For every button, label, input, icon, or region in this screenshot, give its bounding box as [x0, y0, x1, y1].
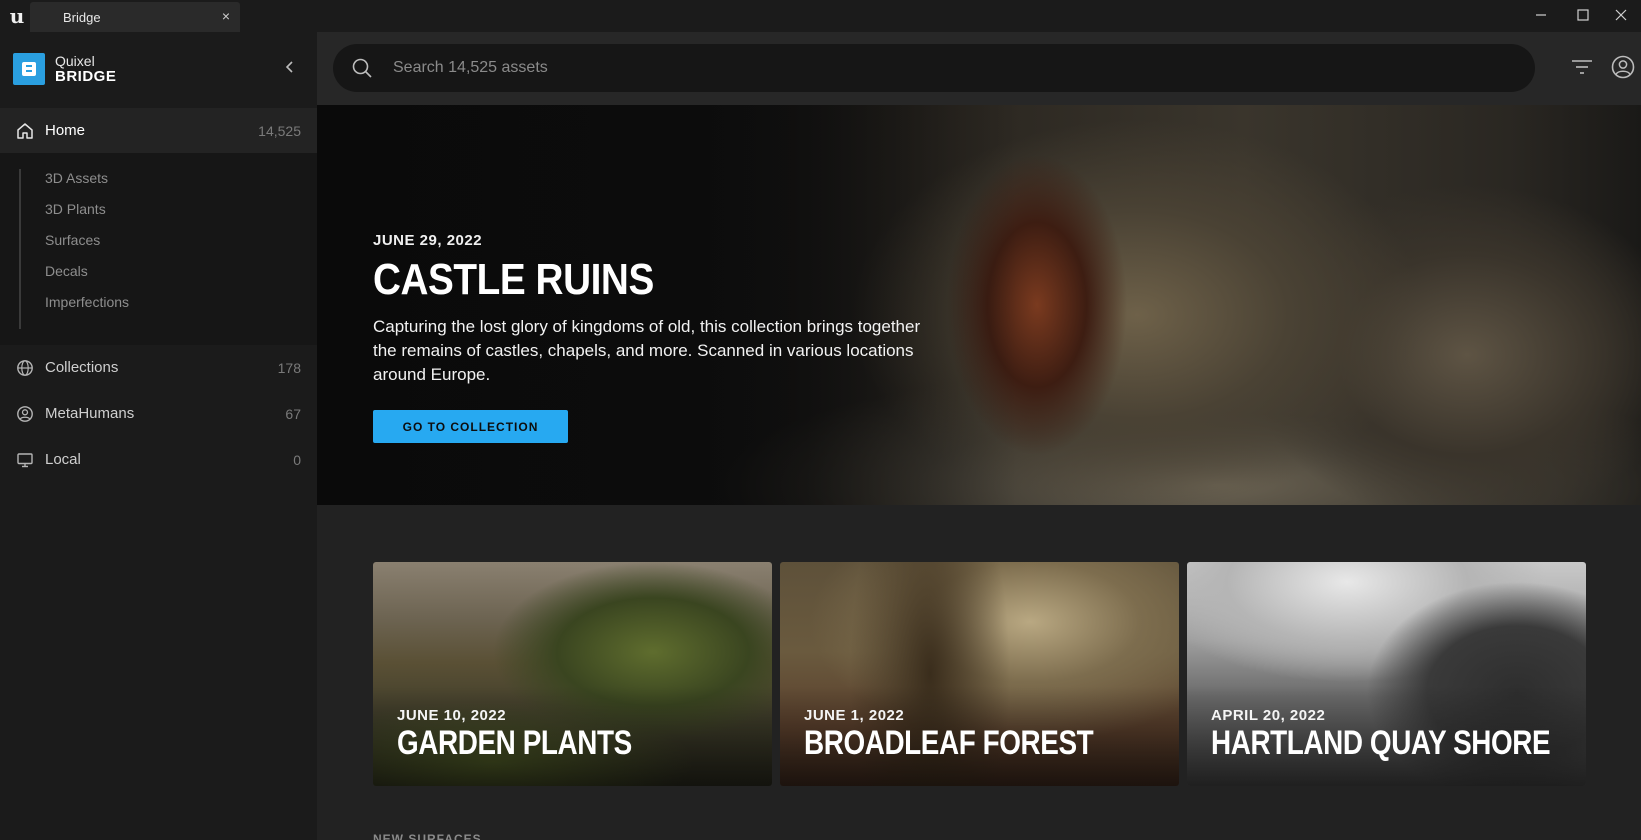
card-date: JUNE 10, 2022	[397, 707, 507, 724]
go-to-collection-button[interactable]: GO TO COLLECTION	[373, 410, 568, 443]
close-window-button[interactable]	[1601, 0, 1641, 30]
sidebar-item-surfaces[interactable]: Surfaces	[45, 232, 100, 248]
sidebar-item-label: Collections	[45, 359, 119, 376]
card-title: HARTLAND QUAY SHORE	[1211, 724, 1551, 762]
sidebar-item-count: 0	[293, 451, 301, 468]
sidebar-item-imperfections[interactable]: Imperfections	[45, 294, 129, 310]
unreal-engine-logo-icon: u	[9, 4, 25, 28]
sidebar: Quixel BRIDGE Home 14,525 3D Assets 3D P…	[0, 32, 317, 840]
card-title: BROADLEAF FOREST	[804, 724, 1094, 762]
sidebar-item-count: 178	[277, 359, 301, 376]
brand-line-1: Quixel	[55, 53, 95, 69]
sidebar-item-local[interactable]: Local 0	[0, 437, 317, 482]
top-bar	[317, 32, 1641, 105]
sidebar-item-collections[interactable]: Collections 178	[0, 345, 317, 390]
account-icon[interactable]	[1610, 54, 1636, 80]
filter-icon[interactable]	[1570, 55, 1594, 79]
search-input[interactable]	[393, 44, 1493, 92]
tab-title: Bridge	[63, 10, 101, 25]
section-heading: NEW SURFACES	[373, 832, 482, 840]
card-date: JUNE 1, 2022	[804, 707, 905, 724]
tab-close-icon[interactable]: ×	[222, 8, 230, 24]
home-icon	[15, 121, 35, 141]
sidebar-item-3d-assets[interactable]: 3D Assets	[45, 170, 108, 186]
sidebar-item-label: Home	[45, 122, 86, 139]
sidebar-item-home[interactable]: Home 14,525	[0, 108, 317, 153]
main-content: JUNE 29, 2022 CASTLE RUINS Capturing the…	[317, 32, 1641, 840]
collection-card-hartland-quay-shore[interactable]: APRIL 20, 2022 HARTLAND QUAY SHORE	[1187, 562, 1586, 786]
card-title: GARDEN PLANTS	[397, 724, 632, 762]
card-date: APRIL 20, 2022	[1211, 707, 1326, 724]
maximize-button[interactable]	[1563, 0, 1603, 30]
quixel-bridge-logo: Quixel BRIDGE	[13, 53, 116, 85]
chevron-left-icon	[285, 61, 293, 73]
user-circle-icon	[15, 404, 35, 424]
minimize-icon	[1536, 14, 1546, 16]
search-bar[interactable]	[333, 44, 1535, 92]
hero-date: JUNE 29, 2022	[373, 232, 483, 249]
sidebar-item-count: 14,525	[258, 122, 301, 139]
maximize-icon	[1577, 9, 1589, 21]
sidebar-item-count: 67	[285, 405, 301, 422]
sidebar-item-3d-plants[interactable]: 3D Plants	[45, 201, 106, 217]
sidebar-item-decals[interactable]: Decals	[45, 263, 88, 279]
tab-bridge[interactable]: Bridge ×	[30, 2, 240, 32]
bridge-logo-icon	[13, 53, 45, 85]
sidebar-item-metahumans[interactable]: MetaHumans 67	[0, 391, 317, 436]
minimize-button[interactable]	[1521, 0, 1561, 30]
hero-banner: JUNE 29, 2022 CASTLE RUINS Capturing the…	[317, 105, 1641, 505]
collection-card-broadleaf-forest[interactable]: JUNE 1, 2022 BROADLEAF FOREST	[780, 562, 1179, 786]
close-icon	[1615, 9, 1627, 21]
hero-title: CASTLE RUINS	[373, 255, 654, 304]
hero-description: Capturing the lost glory of kingdoms of …	[373, 317, 921, 384]
globe-icon	[15, 358, 35, 378]
monitor-icon	[15, 450, 35, 470]
sidebar-item-label: Local	[45, 451, 81, 468]
collection-card-garden-plants[interactable]: JUNE 10, 2022 GARDEN PLANTS	[373, 562, 772, 786]
collapse-sidebar-button[interactable]	[282, 56, 298, 78]
search-icon	[352, 58, 372, 78]
sidebar-subnav: 3D Assets 3D Plants Surfaces Decals Impe…	[0, 153, 317, 345]
brand-line-2: BRIDGE	[55, 68, 117, 85]
sidebar-item-label: MetaHumans	[45, 405, 135, 422]
title-bar: u Bridge ×	[0, 0, 1641, 32]
